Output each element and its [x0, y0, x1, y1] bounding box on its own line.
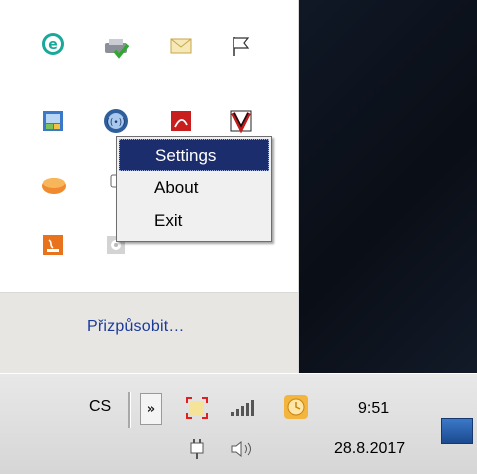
show-desktop-button[interactable] [441, 418, 473, 444]
svg-text:((•)): ((•)) [106, 118, 125, 128]
eset-icon[interactable]: e [40, 31, 66, 57]
power-plug-icon[interactable] [184, 436, 210, 462]
menu-item-about[interactable]: About [119, 172, 269, 204]
control-panel-icon[interactable] [40, 108, 66, 134]
java-icon[interactable] [40, 232, 66, 258]
chevron-up-icon: » [146, 401, 156, 417]
flag-icon[interactable] [228, 33, 254, 59]
mail-icon[interactable] [168, 33, 194, 59]
screenshot-tool-icon[interactable] [184, 395, 210, 421]
menu-item-settings[interactable]: Settings [119, 139, 269, 171]
acrobat-icon[interactable] [168, 108, 194, 134]
clock-time[interactable]: 9:51 [358, 400, 389, 418]
context-menu: Settings About Exit [116, 136, 272, 242]
taskbar-separator [128, 392, 131, 428]
customize-link[interactable]: Přizpůsobit… [87, 318, 185, 336]
v-app-icon[interactable] [228, 108, 254, 134]
timer-icon[interactable] [283, 394, 309, 420]
show-hidden-icons-button[interactable]: » [140, 393, 162, 425]
printer-check-icon[interactable] [103, 34, 129, 60]
clock-date[interactable]: 28.8.2017 [334, 440, 405, 458]
menu-item-exit[interactable]: Exit [119, 205, 269, 237]
svg-text:e: e [48, 37, 58, 53]
signal-strength-icon[interactable] [228, 395, 254, 421]
volume-icon[interactable] [228, 436, 254, 462]
desktop-background [298, 0, 477, 373]
language-indicator[interactable]: CS [89, 398, 111, 416]
pill-icon[interactable] [40, 172, 66, 198]
wireless-icon[interactable]: ((•)) [103, 108, 129, 134]
